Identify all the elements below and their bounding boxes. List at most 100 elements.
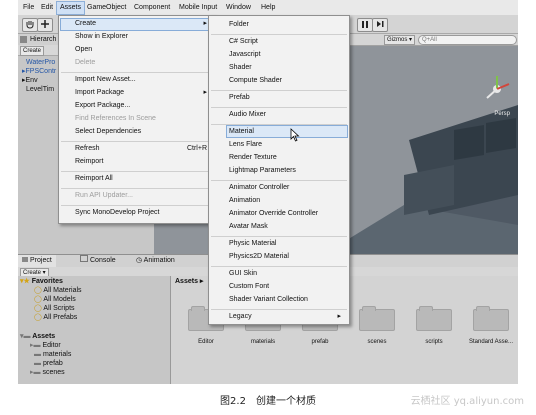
create-item-material[interactable]: Material [229, 126, 254, 138]
gizmos-dropdown[interactable]: Gizmos ▾ [384, 35, 416, 45]
create-item-custom-font[interactable]: Custom Font [229, 281, 269, 293]
asset-tree-item[interactable]: ▸▬ Editor [30, 341, 61, 350]
step-button[interactable] [372, 18, 388, 32]
menu-mobile-input[interactable]: Mobile Input [176, 2, 220, 14]
assets-header[interactable]: ▾▬ Assets [20, 332, 55, 341]
menu-item-export-package[interactable]: Export Package... [75, 100, 130, 112]
create-item-folder[interactable]: Folder [229, 19, 249, 31]
menu-edit[interactable]: Edit [38, 2, 56, 14]
create-item-shader[interactable]: Shader [229, 62, 252, 74]
hierarchy-tab-label: Hierarch [30, 36, 57, 43]
tab-animation-label: Animation [143, 257, 175, 264]
menu-bar: File Edit Assets GameObject Component Mo… [18, 0, 518, 16]
asset-tree-item[interactable]: ▬ prefab [34, 359, 63, 368]
create-item-audio-mixer[interactable]: Audio Mixer [229, 109, 266, 121]
menu-separator [211, 309, 347, 310]
create-item-animator-controller[interactable]: Animator Controller [229, 182, 289, 194]
menu-assets[interactable]: Assets [56, 1, 86, 15]
favorite-item[interactable]: ◯ All Scripts [34, 304, 75, 313]
hierarchy-row[interactable]: ▸Env [22, 76, 38, 85]
favorites-label: Favorites [31, 278, 63, 285]
menu-item-run-api-updater[interactable]: Run API Updater... [75, 190, 133, 202]
submenu-arrow-icon: ▸ [203, 20, 207, 27]
folder-icon[interactable] [473, 306, 509, 331]
tab-console[interactable]: Console [76, 255, 120, 267]
tab-console-label: Console [90, 257, 116, 264]
folder-icon[interactable] [359, 306, 395, 331]
menu-separator [61, 205, 211, 206]
create-item-prefab[interactable]: Prefab [229, 92, 250, 104]
create-item-legacy[interactable]: Legacy ▸ [229, 311, 347, 323]
hierarchy-row[interactable]: WaterPro [26, 58, 55, 67]
menu-item-select-dependencies[interactable]: Select Dependencies [75, 126, 141, 138]
create-item-animation[interactable]: Animation [229, 195, 260, 207]
step-icon [377, 21, 384, 27]
tab-project[interactable]: Project [18, 255, 56, 267]
asset-tree-item[interactable]: ▬ materials [34, 350, 71, 359]
menu-window[interactable]: Window [223, 2, 254, 14]
favorite-item[interactable]: ◯ All Prefabs [34, 313, 77, 322]
menu-file[interactable]: File [20, 2, 37, 14]
favorites-star-icon: ▾★ [20, 278, 30, 285]
hand-tool-button[interactable] [22, 18, 38, 32]
create-item-gui-skin[interactable]: GUI Skin [229, 268, 257, 280]
menu-item-show-in-explorer[interactable]: Show in Explorer [75, 31, 128, 43]
create-submenu: Folder C# Script Javascript Shader Compu… [208, 15, 350, 325]
menu-item-create[interactable]: Create ▸ [75, 18, 213, 30]
favorite-item[interactable]: ◯ All Models [34, 295, 76, 304]
favorite-label: All Prefabs [43, 314, 78, 321]
menu-separator [211, 180, 347, 181]
hand-icon [26, 21, 34, 29]
menu-component[interactable]: Component [131, 2, 173, 14]
menu-item-open[interactable]: Open [75, 44, 92, 56]
menu-item-import-new-asset[interactable]: Import New Asset... [75, 74, 136, 86]
menu-item-reimport-all[interactable]: Reimport All [75, 173, 113, 185]
hierarchy-row[interactable]: LevelTim [26, 85, 54, 94]
assets-label: Assets [32, 333, 56, 340]
folder-icon: ▬ [34, 351, 41, 358]
create-item-javascript[interactable]: Javascript [229, 49, 261, 61]
create-item-physic-material[interactable]: Physic Material [229, 238, 276, 250]
menu-separator [61, 171, 211, 172]
assets-menu: Create ▸ Show in Explorer Open Delete Imp… [58, 15, 216, 224]
favorite-label: All Materials [43, 287, 82, 294]
watermark: 云栖社区 yq.aliyun.com [410, 396, 524, 407]
menu-item-reimport[interactable]: Reimport [75, 156, 103, 168]
favorite-item[interactable]: ◯ All Materials [34, 286, 82, 295]
menu-item-find-references[interactable]: Find References In Scene [75, 113, 156, 125]
menu-item-sync-monodevelop[interactable]: Sync MonoDevelop Project [75, 207, 159, 219]
menu-item-delete[interactable]: Delete [75, 57, 95, 69]
create-item-lightmap-parameters[interactable]: Lightmap Parameters [229, 165, 296, 177]
menu-item-label: Refresh [75, 145, 100, 152]
create-item-render-texture[interactable]: Render Texture [229, 152, 277, 164]
shortcut-label: Ctrl+R [186, 145, 207, 152]
menu-separator [211, 34, 347, 35]
move-tool-button[interactable] [37, 18, 53, 32]
favorite-label: All Models [43, 296, 76, 303]
asset-tree-item[interactable]: ▸▬ scenes [30, 368, 65, 377]
create-item-lens-flare[interactable]: Lens Flare [229, 139, 262, 151]
scene-gizmo[interactable] [482, 74, 512, 104]
favorites-header[interactable]: ▾★ Favorites [20, 277, 63, 286]
create-item-avatar-mask[interactable]: Avatar Mask [229, 221, 268, 233]
tab-animation[interactable]: ◷ Animation [132, 255, 179, 267]
pause-button[interactable] [357, 18, 373, 32]
folder-icon[interactable] [416, 306, 452, 331]
menu-item-label: Import Package [75, 89, 125, 96]
scene-search-input[interactable]: Q+All [418, 35, 517, 45]
menu-help[interactable]: Help [258, 2, 278, 14]
create-item-csharp-script[interactable]: C# Script [229, 36, 258, 48]
menu-item-refresh[interactable]: Refresh Ctrl+R [75, 143, 213, 155]
create-item-physics2d-material[interactable]: Physics2D Material [229, 251, 289, 263]
menu-item-import-package[interactable]: Import Package ▸ [75, 87, 213, 99]
menu-gameobject[interactable]: GameObject [84, 2, 129, 14]
menu-item-label: Legacy [229, 313, 252, 320]
create-item-shader-variant-collection[interactable]: Shader Variant Collection [229, 294, 308, 306]
folder-icon: ▾▬ [20, 333, 31, 340]
hierarchy-row[interactable]: ▸FPSContr [22, 67, 56, 76]
create-item-animator-override-controller[interactable]: Animator Override Controller [229, 208, 318, 220]
create-item-compute-shader[interactable]: Compute Shader [229, 75, 282, 87]
folder-icon: ▬ [34, 360, 41, 367]
console-icon [80, 255, 88, 262]
hierarchy-create-button[interactable]: Create [20, 46, 45, 56]
